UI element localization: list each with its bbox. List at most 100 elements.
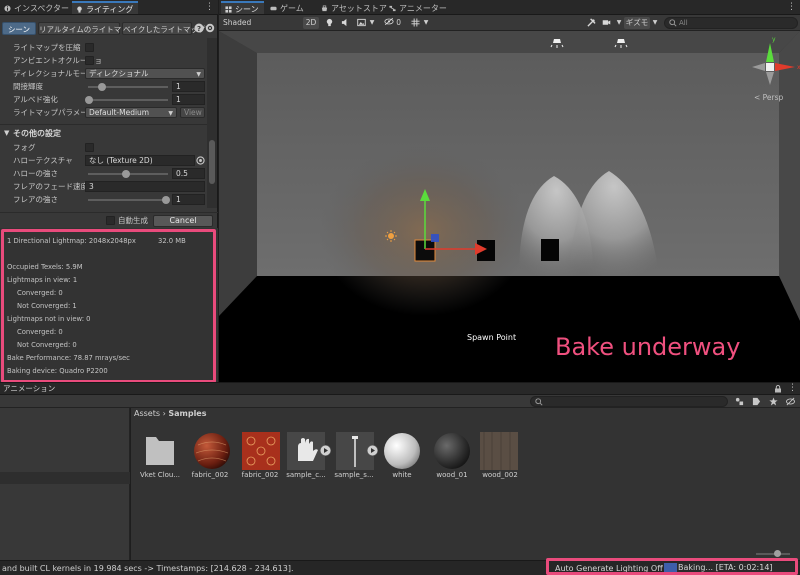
scene-search-input[interactable]: All — [664, 17, 798, 29]
project-folder-tree[interactable] — [0, 408, 130, 560]
tab-scene-label: シーン — [235, 5, 259, 14]
flare-strength-slider-track[interactable] — [88, 199, 168, 201]
asset-size-slider-knob[interactable] — [774, 550, 781, 557]
flare-strength-slider-knob[interactable] — [162, 196, 170, 204]
lighting-toggle[interactable] — [323, 17, 335, 29]
dropdown-arrow-icon: ▼ — [196, 71, 201, 78]
camera-settings-button[interactable] — [600, 17, 612, 29]
console-message[interactable]: and built CL kernels in 19.984 secs -> T… — [2, 563, 293, 575]
cancel-bake-button[interactable]: Cancel — [153, 215, 213, 227]
texture-tile-icon — [480, 432, 518, 470]
search-icon — [535, 398, 543, 406]
gizmos-label: ギズモ — [625, 18, 649, 27]
albedo-boost-field[interactable]: 1 — [172, 94, 205, 105]
object-picker-icon[interactable] — [196, 156, 205, 165]
subtab-scene[interactable]: シーン — [2, 22, 36, 35]
tab-lighting[interactable]: ライティング — [72, 1, 139, 14]
flare-strength-field[interactable]: 1 — [172, 194, 205, 205]
tools-toggle[interactable] — [585, 17, 597, 29]
indirect-intensity-slider-knob[interactable] — [98, 83, 106, 91]
lock-icon[interactable] — [774, 385, 782, 393]
tab-inspector-label: インスペクター — [14, 4, 69, 13]
prop-label: フレアのフェード速度 — [13, 182, 88, 191]
speaker-icon — [341, 18, 346, 27]
tab-game[interactable]: ゲーム — [266, 2, 309, 15]
eye-slash-icon — [384, 17, 394, 26]
info-icon — [4, 5, 11, 12]
auto-generate-label: 自動生成 — [118, 216, 148, 225]
tab-animator[interactable]: アニメーター — [385, 2, 452, 15]
prop-compress-lightmaps: ライトマップを圧縮 — [0, 42, 207, 54]
camera-dropdown-icon[interactable]: ▼ — [615, 17, 623, 29]
scene-viewport[interactable]: y x < Persp Spawn Point Bake underway — [219, 31, 800, 382]
scene-tabbar: シーン ゲーム アセットストア アニメーター ⋮ — [219, 0, 800, 15]
scrollbar-thumb[interactable] — [209, 140, 215, 184]
asset-label: Vket Clou... — [139, 471, 181, 479]
hidden-objects-toggle[interactable]: 0 — [379, 17, 406, 29]
asset-size-slider-track[interactable] — [756, 553, 790, 555]
selected-folder-row[interactable] — [0, 472, 130, 484]
persp-label[interactable]: < Persp — [754, 93, 783, 102]
halo-strength-field[interactable]: 0.5 — [172, 168, 205, 179]
prop-label: 間接輝度 — [13, 82, 43, 91]
breadcrumb-assets[interactable]: Assets — [134, 409, 160, 418]
albedo-boost-slider-track[interactable] — [88, 99, 168, 101]
left-panel-scrollbar[interactable] — [207, 38, 217, 208]
auto-generate-checkbox[interactable] — [106, 216, 115, 225]
play-preview-icon[interactable] — [320, 445, 331, 456]
tab-inspector[interactable]: インスペクター — [0, 2, 74, 15]
prop-ambient-occlusion: アンビエントオクルージョ — [0, 55, 207, 67]
other-settings-header[interactable]: ▼ その他の設定 — [0, 128, 207, 140]
star-icon[interactable] — [769, 397, 778, 406]
gizmos-dropdown[interactable]: ギズモ — [624, 17, 650, 29]
view-button[interactable]: View — [180, 107, 205, 118]
project-search-input[interactable] — [530, 396, 728, 407]
asset-label: wood_01 — [436, 471, 468, 479]
scene-panel-menu-icon[interactable]: ⋮ — [787, 2, 796, 13]
flare-fade-speed-field[interactable]: 3 — [85, 181, 205, 192]
subtab-realtime-lightmaps[interactable]: リアルタイムのライトマップ — [38, 22, 136, 35]
tab-animation[interactable]: アニメーション — [3, 383, 55, 395]
grid-toggle[interactable] — [409, 17, 421, 29]
halo-texture-field[interactable]: なし (Texture 2D) — [85, 155, 195, 166]
play-preview-icon[interactable] — [367, 445, 378, 456]
directional-mode-dropdown[interactable]: ディレクショナル ▼ — [85, 68, 205, 79]
breadcrumb-samples[interactable]: Samples — [168, 409, 206, 418]
toggle-2d-button[interactable]: 2D — [303, 17, 319, 29]
subtab-baked-lightmaps[interactable]: ベイクしたライトマップ — [122, 22, 205, 35]
ambient-occlusion-checkbox[interactable] — [85, 56, 94, 65]
material-sphere-icon — [434, 433, 470, 469]
grid-dropdown-icon[interactable]: ▼ — [422, 17, 430, 29]
settings-icon[interactable] — [205, 23, 215, 33]
compress-lightmaps-checkbox[interactable] — [85, 43, 94, 52]
halo-strength-slider-knob[interactable] — [122, 170, 130, 178]
svg-text:y: y — [772, 36, 776, 43]
lightmap-parameters-dropdown[interactable]: Default-Medium ▼ — [85, 107, 177, 118]
dropdown-arrow-icon: ▼ — [168, 110, 173, 117]
audio-toggle[interactable] — [339, 17, 351, 29]
left-panel-menu-icon[interactable]: ⋮ — [205, 2, 214, 13]
tab-scene[interactable]: シーン — [221, 1, 264, 14]
label-icon[interactable] — [752, 397, 761, 406]
asset-label: sample_s... — [334, 471, 374, 479]
tab-asset-store[interactable]: アセットストア — [317, 2, 392, 15]
albedo-boost-slider-knob[interactable] — [85, 96, 93, 104]
effects-dropdown-icon[interactable]: ▼ — [368, 17, 376, 29]
status-highlight-frame — [546, 558, 798, 575]
fog-checkbox[interactable] — [85, 143, 94, 152]
search-placeholder: All — [679, 19, 688, 27]
shading-mode-dropdown[interactable]: Shaded — [221, 17, 265, 29]
breadcrumb: Assets › Samples — [134, 408, 207, 420]
help-icon[interactable]: ? — [194, 23, 204, 33]
filter-type-icon[interactable] — [735, 397, 744, 406]
bottom-panel-menu-icon[interactable]: ⋮ — [788, 383, 797, 394]
camera-icon — [602, 20, 610, 25]
indirect-intensity-field[interactable]: 1 — [172, 81, 205, 92]
gizmos-dropdown-arrow-icon[interactable]: ▼ — [651, 17, 659, 29]
effects-toggle[interactable] — [355, 17, 367, 29]
material-sphere-icon — [384, 433, 420, 469]
divider — [0, 124, 207, 125]
spawn-point-label: Spawn Point — [467, 333, 517, 342]
tab-game-label: ゲーム — [280, 4, 304, 13]
eye-slash-icon[interactable] — [786, 397, 795, 406]
